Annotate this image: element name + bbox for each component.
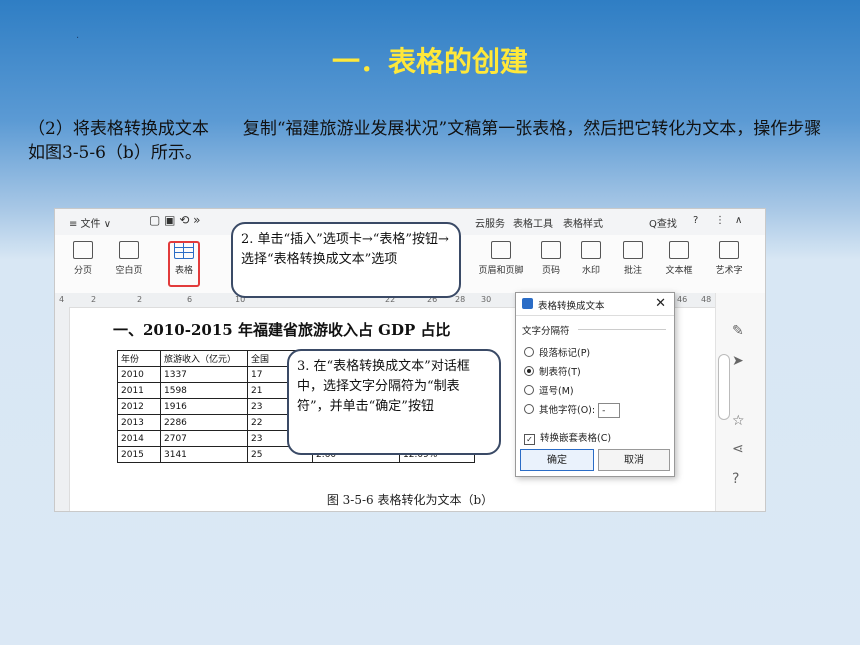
table-cell[interactable]: 2707: [160, 430, 248, 447]
textbox-icon: [669, 241, 689, 259]
table-cell[interactable]: 1916: [160, 398, 248, 415]
textbox-label: 文本框: [665, 266, 693, 276]
radio-selected-icon: [524, 366, 534, 376]
scrollbar[interactable]: [718, 354, 730, 420]
menu-table-style[interactable]: 表格样式: [563, 215, 603, 230]
slide-title: 一．表格的创建: [331, 45, 528, 78]
checkbox-checked-icon: ✓: [524, 434, 535, 445]
comment-icon: [623, 241, 643, 259]
slide-body-text: （2）将表格转换成文本 复制“福建旅游业发展状况”文稿第一张表格，然后把它转化为…: [28, 119, 822, 163]
pagenum-button[interactable]: 页码: [529, 241, 573, 276]
option-tab[interactable]: 制表符(T): [524, 364, 581, 378]
watermark-label: 水印: [581, 266, 600, 276]
header-footer-icon: [491, 241, 511, 259]
file-icons[interactable]: ▢ ▣ ⟲ »: [149, 213, 201, 227]
ruler-tick: 28: [455, 295, 466, 304]
radio-icon: [524, 385, 534, 395]
radio-icon: [524, 404, 534, 414]
wordart-icon: [719, 241, 739, 259]
cursor-icon[interactable]: ➤: [732, 353, 744, 369]
share-icon[interactable]: ⋖: [732, 441, 744, 457]
other-char-input[interactable]: -: [598, 403, 621, 418]
blankpage-label: 空白页: [115, 266, 143, 276]
menu-file[interactable]: ≡ 文件 ∨: [69, 215, 111, 230]
header-footer-button[interactable]: 页眉和页脚: [473, 241, 529, 276]
pagebreak-button[interactable]: 分页: [61, 241, 105, 276]
callout-step-2: 2. 单击“插入”选项卡→“表格”按钮→选择“表格转换成文本”选项: [231, 222, 461, 298]
ruler-tick: 30: [481, 295, 492, 304]
option-comma[interactable]: 逗号(M): [524, 383, 574, 397]
edit-icon[interactable]: ✎: [732, 323, 744, 339]
search-button[interactable]: Q查找: [649, 215, 677, 230]
table-cell[interactable]: 2011: [117, 382, 161, 399]
watermark-button[interactable]: 水印: [569, 241, 613, 276]
more-icon[interactable]: ⋮: [715, 215, 725, 226]
table-cell[interactable]: 年份: [117, 350, 161, 367]
pagenum-label: 页码: [541, 266, 560, 276]
ruler-tick: 2: [91, 295, 97, 304]
option-label: 其他字符(O):: [539, 405, 596, 416]
nested-table-checkbox[interactable]: ✓ 转换嵌套表格(C): [524, 430, 611, 445]
table-cell[interactable]: 2286: [160, 414, 248, 431]
table-cell[interactable]: 2014: [117, 430, 161, 447]
table-cell[interactable]: 3141: [160, 446, 248, 463]
table-cell[interactable]: 2012: [117, 398, 161, 415]
option-other[interactable]: 其他字符(O): -: [524, 402, 621, 418]
table-cell[interactable]: 1598: [160, 382, 248, 399]
document-heading: 一、2010-2015 年福建省旅游收入占 GDP 占比: [113, 321, 451, 339]
ok-button[interactable]: 确定: [520, 449, 594, 471]
option-label: 段落标记(P): [539, 348, 591, 359]
comment-button[interactable]: 批注: [611, 241, 655, 276]
menu-cloud[interactable]: 云服务: [475, 215, 505, 230]
help-circle-icon[interactable]: ?: [732, 471, 739, 487]
option-paragraph[interactable]: 段落标记(P): [524, 345, 590, 359]
dialog-title: 表格转换成文本: [538, 301, 605, 312]
pagenum-icon: [541, 241, 561, 259]
wordart-label: 艺术字: [715, 266, 743, 276]
ruler-tick: 4: [59, 295, 65, 304]
table-cell[interactable]: 旅游收入（亿元）: [160, 350, 248, 367]
table-cell[interactable]: 2013: [117, 414, 161, 431]
comment-label: 批注: [623, 266, 642, 276]
ruler-tick: 48: [701, 295, 712, 304]
menu-table-tools[interactable]: 表格工具: [513, 215, 553, 230]
section-divider: [578, 329, 666, 330]
dialog-titlebar: 表格转换成文本 ✕: [516, 293, 674, 316]
table-cell[interactable]: 1337: [160, 366, 248, 383]
ruler-tick: 2: [137, 295, 143, 304]
wps-app-icon: [522, 298, 533, 309]
radio-icon: [524, 347, 534, 357]
blankpage-icon: [119, 241, 139, 259]
blankpage-button[interactable]: 空白页: [107, 241, 151, 276]
vertical-ruler: [55, 307, 70, 511]
convert-table-dialog: 表格转换成文本 ✕ 文字分隔符 段落标记(P) 制表符(T) 逗号(M) 其他字…: [515, 292, 675, 477]
table-cell[interactable]: 2015: [117, 446, 161, 463]
separator-section-label: 文字分隔符: [522, 326, 570, 337]
ruler-tick: 46: [677, 295, 688, 304]
option-label: 制表符(T): [539, 367, 581, 378]
checkbox-label: 转换嵌套表格(C): [540, 433, 612, 444]
textbox-button[interactable]: 文本框: [657, 241, 701, 276]
star-icon[interactable]: ☆: [732, 413, 745, 429]
pagebreak-label: 分页: [73, 266, 92, 276]
header-footer-label: 页眉和页脚: [478, 266, 524, 276]
wordart-button[interactable]: 艺术字: [707, 241, 751, 276]
cancel-button[interactable]: 取消: [598, 449, 670, 471]
option-label: 逗号(M): [539, 386, 574, 397]
collapse-icon[interactable]: ∧: [735, 215, 742, 226]
pagebreak-icon: [73, 241, 93, 259]
figure-caption: 图 3-5-6 表格转化为文本（b）: [326, 493, 494, 507]
ruler-tick: 6: [187, 295, 193, 304]
help-icon[interactable]: ?: [693, 215, 698, 226]
table-cell[interactable]: 2010: [117, 366, 161, 383]
close-icon[interactable]: ✕: [655, 296, 666, 311]
table-button-highlight: [168, 241, 200, 287]
figure-screenshot: ≡ 文件 ∨ ▢ ▣ ⟲ » 云服务 表格工具 表格样式 Q查找 ? ⋮ ∧ 分…: [54, 208, 766, 512]
watermark-icon: [581, 241, 601, 259]
callout-step-3: 3. 在“表格转换成文本”对话框中，选择文字分隔符为“制表符”，并单击“确定”按…: [287, 349, 501, 455]
